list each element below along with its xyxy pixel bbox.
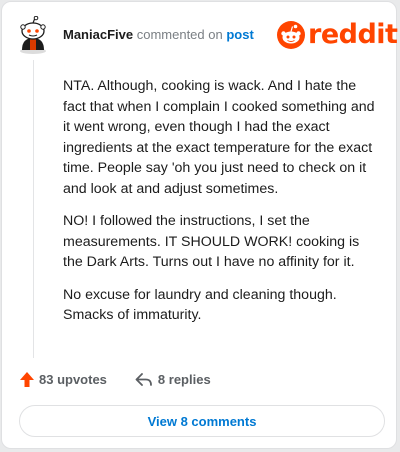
comment-paragraph: NO! I followed the instructions, I set t…	[63, 213, 360, 270]
snoo-icon	[277, 21, 305, 49]
user-avatar[interactable]	[16, 15, 50, 54]
comment-header: ManiacFive commented on post	[63, 27, 254, 42]
reddit-logo[interactable]: reddit	[277, 19, 398, 51]
upvote-arrow-icon	[20, 372, 34, 387]
comment-paragraph: NTA. Although, cooking is wack. And I ha…	[63, 78, 375, 197]
replies-button[interactable]: 8 replies	[135, 372, 211, 388]
upvote-button[interactable]: 83 upvotes	[19, 371, 107, 388]
replies-count: 8 replies	[157, 372, 211, 387]
upvote-count: 83 upvotes	[39, 372, 107, 387]
reply-arrow-icon	[135, 372, 152, 386]
comment-paragraph: No excuse for laundry and cleaning thoug…	[63, 286, 337, 324]
thread-line[interactable]	[33, 60, 34, 358]
view-comments-button[interactable]: View 8 comments	[19, 405, 385, 437]
action-text: commented on	[136, 27, 223, 42]
reddit-wordmark: reddit	[308, 19, 398, 50]
comment-actions: 83 upvotes 8 replies	[19, 371, 211, 388]
post-link[interactable]: post	[226, 27, 253, 42]
comment-card: ManiacFive commented on post reddit NTA.…	[1, 1, 398, 449]
snoo-avatar-icon	[20, 15, 46, 54]
comment-body: NTA. Although, cooking is wack. And I ha…	[63, 76, 375, 338]
username-link[interactable]: ManiacFive	[63, 27, 133, 42]
